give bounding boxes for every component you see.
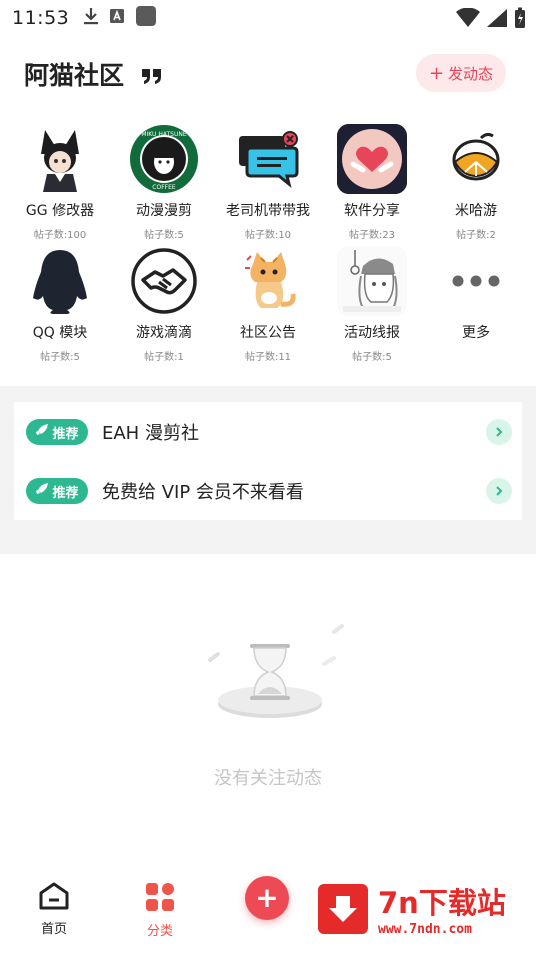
lemon-icon (441, 124, 511, 194)
category-count: 帖子数:100 (33, 230, 87, 241)
miku-coffee-icon: MIKU HATSUNE COFFEE (129, 124, 199, 194)
category-label: 更多 (462, 325, 490, 341)
category-grid-icon (145, 883, 175, 916)
recommend-card: 推荐 EAH 漫剪社 推荐 免费给 VIP 会员不来看看 (14, 402, 522, 520)
category-software-share[interactable]: 软件分享 帖子数:23 (322, 124, 422, 241)
hourglass-icon (200, 620, 350, 730)
recommend-badge-label: 推荐 (52, 485, 79, 501)
status-time: 11:53 (12, 7, 70, 29)
category-count: 帖子数:5 (352, 352, 392, 363)
signal-icon (486, 8, 508, 32)
category-announcements[interactable]: 社区公告 帖子数:11 (218, 246, 318, 363)
recommend-item[interactable]: 推荐 EAH 漫剪社 (14, 403, 522, 461)
category-count: 帖子数:2 (456, 230, 496, 241)
category-label: QQ 模块 (32, 325, 88, 341)
empty-state-text: 没有关注动态 (214, 768, 322, 789)
recommend-item[interactable]: 推荐 免费给 VIP 会员不来看看 (14, 462, 522, 520)
more-dots-icon (441, 246, 511, 316)
category-label: 活动线报 (344, 325, 400, 341)
category-gg-modifier[interactable]: GG 修改器 帖子数:100 (10, 124, 110, 241)
qq-penguin-icon (25, 246, 95, 316)
category-game-didi[interactable]: 游戏滴滴 帖子数:1 (114, 246, 214, 363)
plus-icon: + (255, 881, 279, 914)
recommend-badge: 推荐 (26, 419, 88, 445)
svg-text:MIKU HATSUNE: MIKU HATSUNE (141, 131, 187, 138)
category-mihoyo[interactable]: 米哈游 帖子数:2 (426, 124, 526, 241)
category-label: 老司机带带我 (226, 203, 310, 219)
nav-label: 首页 (40, 922, 67, 937)
category-label: 游戏滴滴 (136, 325, 192, 341)
quote-icon (140, 62, 164, 91)
status-icons-right (456, 7, 526, 33)
recommend-badge: 推荐 (26, 478, 88, 504)
plus-icon: + (428, 62, 445, 84)
recommend-badge-label: 推荐 (52, 426, 79, 442)
battery-icon (514, 7, 526, 33)
post-button-label: 发动态 (448, 64, 494, 83)
rocket-icon (35, 423, 49, 441)
chevron-right-icon (486, 478, 512, 504)
category-label: 米哈游 (455, 203, 497, 219)
category-events[interactable]: 活动线报 帖子数:5 (322, 246, 422, 363)
category-old-driver[interactable]: 老司机带带我 帖子数:10 (218, 124, 318, 241)
chevron-right-icon (486, 419, 512, 445)
divider-band (522, 386, 536, 554)
wifi-icon (456, 7, 480, 32)
recommend-text: 免费给 VIP 会员不来看看 (102, 482, 304, 503)
page-title: 阿猫社区 (24, 61, 125, 90)
divider-band (0, 386, 536, 402)
app-icon (135, 5, 157, 31)
create-post-fab[interactable]: + (245, 876, 289, 920)
category-more[interactable]: 更多 (426, 246, 526, 342)
cat-icon (233, 246, 303, 316)
anime-girl-icon (25, 124, 95, 194)
watermark: 7n下载站 www.7ndn.com (304, 866, 536, 946)
manga-girl-icon (337, 246, 407, 316)
category-grid: GG 修改器 帖子数:100 MIKU HATSUNE COFFEE 动漫漫剪 … (0, 120, 536, 370)
category-count: 帖子数:11 (244, 352, 292, 363)
post-button[interactable]: + 发动态 (416, 54, 506, 92)
category-label: 动漫漫剪 (136, 203, 192, 219)
category-label: 社区公告 (240, 325, 296, 341)
status-bar: 11:53 (0, 0, 536, 36)
category-count: 帖子数:10 (244, 230, 292, 241)
watermark-title: 7n下载站 (378, 886, 506, 920)
hearts-icon (337, 124, 407, 194)
category-count: 帖子数:1 (144, 352, 184, 363)
category-count: 帖子数:23 (348, 230, 396, 241)
divider-band (0, 520, 536, 554)
nav-home[interactable]: 首页 (24, 882, 84, 937)
font-icon (109, 8, 125, 28)
home-icon (39, 882, 69, 914)
category-label: 软件分享 (344, 203, 400, 219)
status-icons-left (83, 5, 157, 31)
category-count: 帖子数:5 (40, 352, 80, 363)
nav-label: 分类 (146, 924, 173, 939)
category-count: 帖子数:5 (144, 230, 184, 241)
svg-text:COFFEE: COFFEE (152, 184, 176, 191)
watermark-url: www.7ndn.com (378, 922, 472, 937)
chat-bubble-icon (233, 124, 303, 194)
category-label: GG 修改器 (25, 203, 95, 219)
recommend-text: EAH 漫剪社 (102, 423, 199, 444)
category-qq-module[interactable]: QQ 模块 帖子数:5 (10, 246, 110, 363)
category-anime-edits[interactable]: MIKU HATSUNE COFFEE 动漫漫剪 帖子数:5 (114, 124, 214, 241)
nav-category[interactable]: 分类 (130, 882, 190, 939)
divider-band (0, 386, 14, 554)
download-icon (83, 7, 99, 29)
download-arrow-icon (318, 884, 368, 934)
rocket-icon (35, 482, 49, 500)
handshake-icon (129, 246, 199, 316)
header: 阿猫社区 + 发动态 (0, 44, 536, 104)
